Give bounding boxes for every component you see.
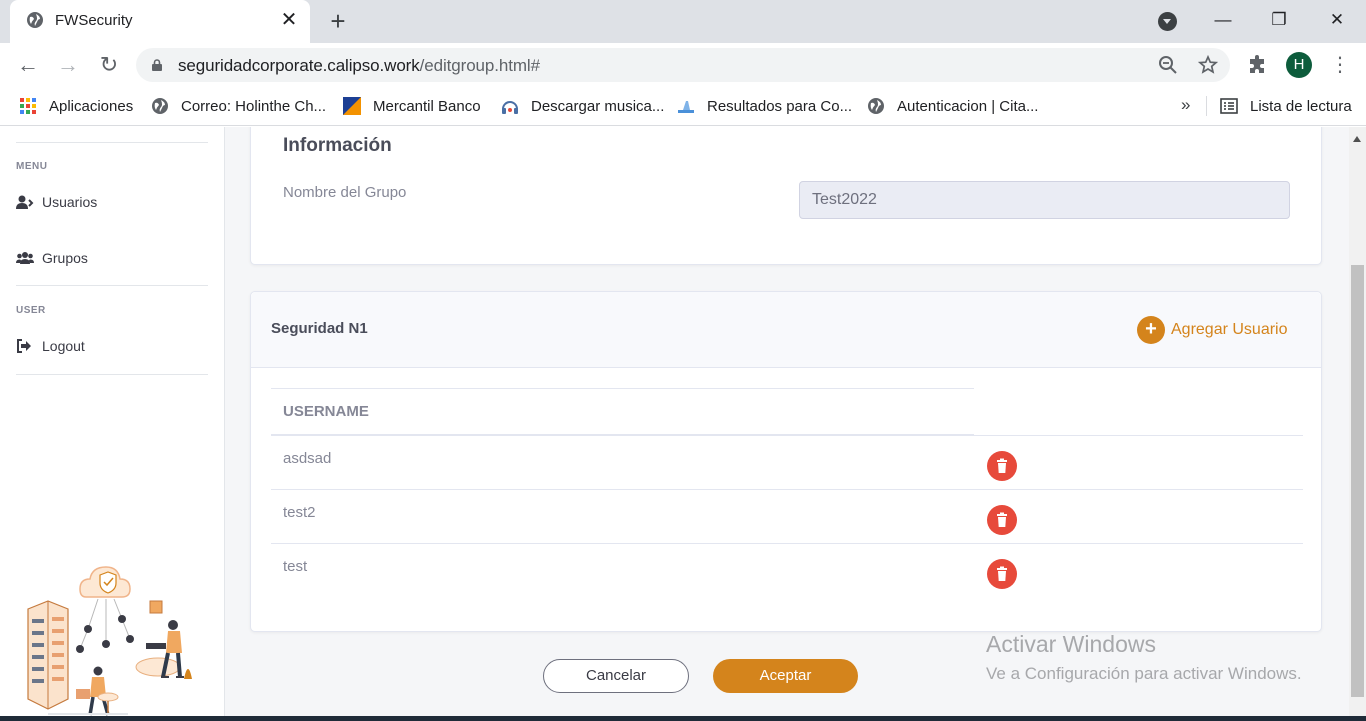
table-row: asdsad [271,436,1303,490]
new-tab-button[interactable]: + [326,8,350,34]
reload-icon[interactable]: ↻ [95,51,123,79]
sidebar-item-usuarios[interactable]: Usuarios [16,192,97,212]
bookmark-correo[interactable]: Correo: Holinthe Ch... [151,96,326,116]
scroll-up-icon[interactable] [1353,136,1361,142]
bookmarks-bar: Aplicaciones Correo: Holinthe Ch... Merc… [0,87,1366,126]
bookmark-aplicaciones[interactable]: Aplicaciones [19,96,133,116]
info-title: Información [283,135,392,156]
back-arrow-icon[interactable]: ← [14,51,42,79]
page-scrollbar[interactable] [1349,127,1366,721]
zoom-icon[interactable] [1158,55,1178,75]
bookmark-label: Descargar musica... [531,97,665,115]
puzzle-icon[interactable] [1248,55,1268,75]
url-path: /editgroup.html# [419,56,540,75]
scrollbar-thumb[interactable] [1351,265,1364,697]
add-user-label: Agregar Usuario [1171,321,1288,338]
tab-search-icon[interactable] [1158,12,1177,31]
table-row: test2 [271,490,1303,544]
globe-icon [152,98,168,114]
profile-avatar[interactable]: H [1286,52,1312,78]
maximize-button[interactable]: ❐ [1267,8,1291,32]
column-header-username: USERNAME [283,403,369,420]
group-users-card: Seguridad N1 + Agregar Usuario USERNAME … [250,291,1322,632]
trash-icon [997,566,1007,581]
delete-button[interactable] [987,451,1017,481]
lock-icon [152,59,162,71]
sidebar-heading-menu: MENU [16,161,48,172]
table-top-border [271,388,974,389]
sidebar: MENU Usuarios Grupos USER Logout [0,127,225,721]
delete-button[interactable] [987,559,1017,589]
trash-icon [997,458,1007,473]
trash-icon [997,512,1007,527]
globe-icon [868,98,884,114]
bookmarks-divider [1206,96,1207,116]
sidebar-item-grupos[interactable]: Grupos [16,248,88,268]
username-cell: asdsad [283,450,332,467]
activation-watermark-title: Activar Windows [986,631,1156,657]
close-window-button[interactable]: ✕ [1325,8,1349,32]
plus-icon: + [1137,316,1165,344]
group-name-input[interactable] [799,181,1290,219]
url-text: seguridadcorporate.calipso.work/editgrou… [178,56,540,76]
sidebar-divider [16,285,208,286]
bookmark-label: Correo: Holinthe Ch... [181,97,327,115]
logout-icon [17,339,31,353]
add-user-button[interactable]: + Agregar Usuario [1137,316,1288,344]
sidebar-item-logout[interactable]: Logout [16,336,85,356]
browser-tab[interactable]: FWSecurity ✕ [10,0,310,43]
bookmark-autenticacion[interactable]: Autenticacion | Cita... [867,96,1038,116]
address-bar[interactable]: seguridadcorporate.calipso.work/editgrou… [136,48,1230,82]
group-title: Seguridad N1 [271,320,368,337]
browser-toolbar: ← → ↻ seguridadcorporate.calipso.work/ed… [0,43,1366,87]
browser-tab-strip: FWSecurity ✕ + — ❐ ✕ [0,0,1366,43]
forward-arrow-icon[interactable]: → [54,51,82,79]
users-icon [16,252,34,264]
apps-grid-icon [20,98,36,114]
activation-watermark-text: Ve a Configuración para activar Windows. [986,664,1302,683]
sidebar-item-label: Grupos [42,250,88,266]
tab-title: FWSecurity [55,12,133,29]
sidebar-item-label: Logout [42,338,85,354]
group-name-label: Nombre del Grupo [283,184,407,201]
bookmark-label: Aplicaciones [49,97,134,115]
delete-button[interactable] [987,505,1017,535]
os-taskbar [0,716,1366,721]
info-card: Información Nombre del Grupo [250,127,1322,265]
user-icon [16,195,34,209]
reading-list-icon [1220,98,1238,114]
table-row: test [271,544,1303,598]
sidebar-divider [16,374,208,375]
minimize-button[interactable]: — [1211,8,1235,32]
close-tab-icon[interactable]: ✕ [278,9,300,31]
card-header: Seguridad N1 + Agregar Usuario [251,292,1321,368]
security-illustration [27,566,192,716]
username-cell: test [283,558,308,575]
bookmark-label: Mercantil Banco [373,97,481,115]
globe-icon [27,12,43,28]
page-content: MENU Usuarios Grupos USER Logout Informa… [0,127,1366,721]
sidebar-item-label: Usuarios [42,194,98,210]
bookmark-musica[interactable]: Descargar musica... [501,96,664,116]
bookmark-mercantil[interactable]: Mercantil Banco [343,96,481,116]
music-icon [502,101,518,114]
reading-list-label: Lista de lectura [1250,97,1352,115]
bookmark-label: Autenticacion | Cita... [897,97,1039,115]
username-cell: test2 [283,504,316,521]
star-icon[interactable] [1198,55,1218,75]
menu-icon[interactable]: ⋮ [1330,53,1350,77]
mercantil-icon [343,97,361,115]
bookmark-resultados[interactable]: Resultados para Co... [677,96,852,116]
reading-list-button[interactable]: Lista de lectura [1220,96,1352,116]
sidebar-divider [16,142,208,143]
cancel-button[interactable]: Cancelar [543,659,689,693]
url-host: seguridadcorporate.calipso.work [178,56,420,75]
sidebar-heading-user: USER [16,305,46,316]
accept-button[interactable]: Aceptar [713,659,858,693]
bookmark-label: Resultados para Co... [707,97,853,115]
bookmarks-overflow-icon[interactable]: » [1181,95,1190,115]
search-result-icon [678,101,694,113]
